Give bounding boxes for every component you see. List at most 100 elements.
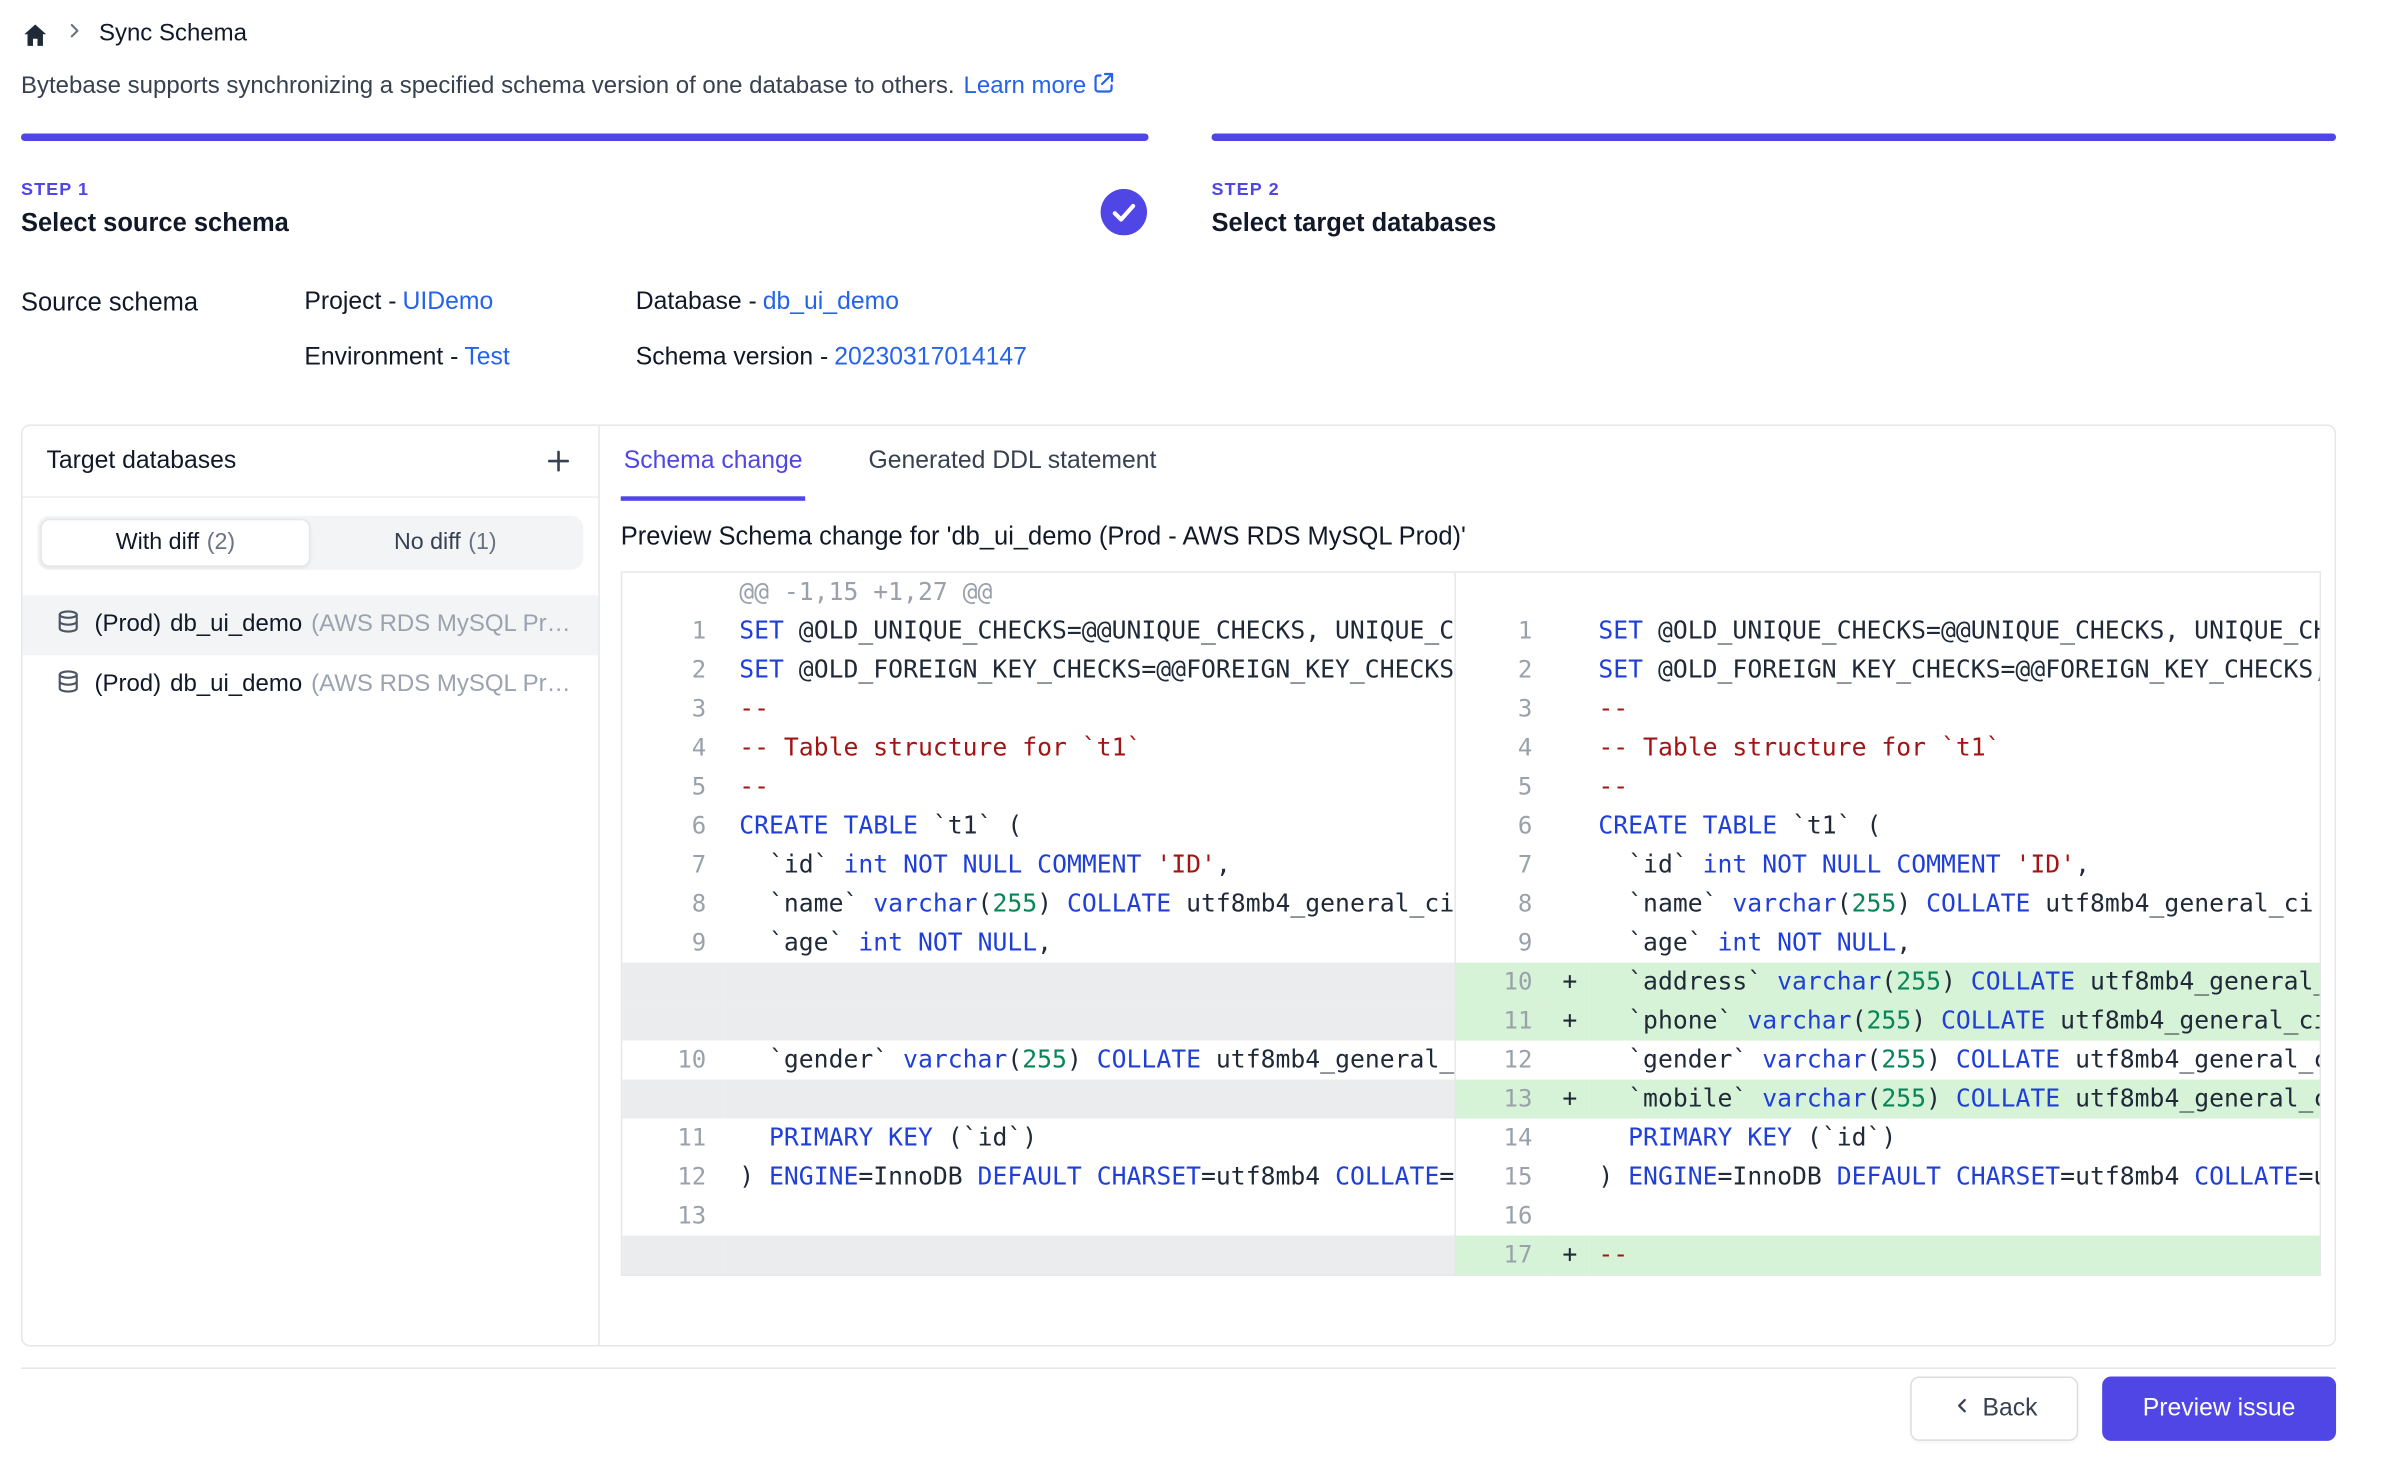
database-icon: [55, 609, 80, 642]
new-line-code: -- Table structure for `t1`: [1589, 729, 2319, 768]
new-line-code: `name` varchar(255) COLLATE utf8mb4_gene…: [1589, 885, 2319, 924]
external-link-icon: [1092, 70, 1116, 101]
diff-hunk-header: @@ -1,15 +1,27 @@: [622, 573, 2319, 612]
old-line-number: [622, 1236, 724, 1275]
diff-add-sign: [1550, 924, 1589, 963]
sync-schema-page: Sync Schema Bytebase supports synchroniz…: [0, 0, 2396, 1480]
new-line-number: 13: [1454, 1080, 1550, 1119]
chevron-left-icon: [1951, 1394, 1973, 1424]
old-line-code: [724, 1002, 1454, 1041]
new-line-number: [1454, 573, 1550, 612]
new-line-code: SET @OLD_FOREIGN_KEY_CHECKS=@@FOREIGN_KE…: [1589, 651, 2319, 690]
diff-add-sign: [1550, 885, 1589, 924]
target-database-item[interactable]: (Prod) db_ui_demo (AWS RDS MySQL Prod): [22, 595, 598, 655]
preview-title: Preview Schema change for 'db_ui_demo (P…: [621, 522, 2335, 552]
sync-panel: Target databases With diff (2) No diff (…: [21, 424, 2336, 1346]
preview-tabs: Schema change Generated DDL statement: [621, 426, 2335, 501]
step2-title: Select target databases: [1212, 208, 2337, 238]
old-line-number: 10: [622, 1041, 724, 1080]
old-line-code: -- Table structure for `t1`: [724, 729, 1454, 768]
old-line-code: PRIMARY KEY (`id`): [724, 1119, 1454, 1158]
back-button[interactable]: Back: [1910, 1376, 2078, 1440]
diff-add-sign: [1550, 690, 1589, 729]
new-line-number: 6: [1454, 807, 1550, 846]
diff-row: 11 + `phone` varchar(255) COLLATE utf8mb…: [622, 1002, 2319, 1041]
new-line-code: [1589, 1197, 2319, 1236]
old-line-number: 13: [622, 1197, 724, 1236]
target-database-list: (Prod) db_ui_demo (AWS RDS MySQL Prod) (…: [22, 595, 598, 715]
diff-row: 3 -- 3 --: [622, 690, 2319, 729]
new-line-code: --: [1589, 690, 2319, 729]
new-line-number: 8: [1454, 885, 1550, 924]
diff-add-sign: [1550, 1158, 1589, 1197]
old-line-code: [724, 1080, 1454, 1119]
old-line-number: 7: [622, 846, 724, 885]
target-database-name: db_ui_demo: [170, 672, 302, 699]
preview-tab[interactable]: Schema change: [621, 426, 806, 501]
diff-row: 12 ) ENGINE=InnoDB DEFAULT CHARSET=utf8m…: [622, 1158, 2319, 1197]
old-line-number: 6: [622, 807, 724, 846]
old-line-number: 4: [622, 729, 724, 768]
breadcrumb: Sync Schema: [21, 15, 247, 54]
schema-version-link[interactable]: 20230317014147: [834, 343, 1027, 370]
new-line-number: 17: [1454, 1236, 1550, 1275]
new-line-number: 3: [1454, 690, 1550, 729]
diff-row: 13 16: [622, 1197, 2319, 1236]
old-line-code: --: [724, 690, 1454, 729]
diff-row: 1 SET @OLD_UNIQUE_CHECKS=@@UNIQUE_CHECKS…: [622, 612, 2319, 651]
new-line-number: 16: [1454, 1197, 1550, 1236]
diff-filter-tab[interactable]: No diff (1): [310, 519, 580, 567]
target-databases-title: Target databases: [46, 447, 236, 475]
diff-filter-tab[interactable]: With diff (2): [40, 519, 310, 567]
diff-row: 8 `name` varchar(255) COLLATE utf8mb4_ge…: [622, 885, 2319, 924]
preview-issue-button[interactable]: Preview issue: [2102, 1376, 2336, 1440]
filter-tab-label: No diff: [394, 529, 461, 556]
project-link[interactable]: UIDemo: [402, 288, 493, 315]
old-line-code: @@ -1,15 +1,27 @@: [724, 573, 1454, 612]
diff-viewer[interactable]: @@ -1,15 +1,27 @@ 1 SET @OLD_UNIQUE_CHEC…: [621, 571, 2321, 1276]
new-line-number: 15: [1454, 1158, 1550, 1197]
target-database-name: db_ui_demo: [170, 612, 302, 639]
add-target-database-button[interactable]: [535, 439, 580, 484]
new-line-number: 2: [1454, 651, 1550, 690]
learn-more-link[interactable]: Learn more: [964, 70, 1117, 101]
target-database-item[interactable]: (Prod) db_ui_demo (AWS RDS MySQL Prod): [22, 655, 598, 715]
old-line-code: SET @OLD_FOREIGN_KEY_CHECKS=@@FOREIGN_KE…: [724, 651, 1454, 690]
old-line-number: 2: [622, 651, 724, 690]
database-link[interactable]: db_ui_demo: [763, 288, 899, 315]
source-project: Project -UIDemo: [304, 288, 635, 316]
old-line-code: SET @OLD_UNIQUE_CHECKS=@@UNIQUE_CHECKS, …: [724, 612, 1454, 651]
source-environment: Environment -Test: [304, 343, 635, 371]
old-line-number: 8: [622, 885, 724, 924]
database-icon: [55, 669, 80, 702]
home-icon[interactable]: [21, 20, 49, 48]
old-line-number: 5: [622, 768, 724, 807]
diff-add-sign: +: [1550, 1236, 1589, 1275]
old-line-code: `id` int NOT NULL COMMENT 'ID',: [724, 846, 1454, 885]
target-environment: (Prod): [94, 612, 161, 639]
new-line-number: 4: [1454, 729, 1550, 768]
diff-add-sign: [1550, 846, 1589, 885]
environment-label: Environment -: [304, 343, 458, 370]
preview-tab[interactable]: Generated DDL statement: [866, 426, 1160, 501]
diff-row: 13 + `mobile` varchar(255) COLLATE utf8m…: [622, 1080, 2319, 1119]
diff-row: 4 -- Table structure for `t1` 4 -- Table…: [622, 729, 2319, 768]
old-line-number: [622, 963, 724, 1002]
new-line-code: ) ENGINE=InnoDB DEFAULT CHARSET=utf8mb4 …: [1589, 1158, 2319, 1197]
old-line-number: [622, 1002, 724, 1041]
filter-tab-count: (1): [468, 529, 496, 556]
old-line-number: 11: [622, 1119, 724, 1158]
environment-link[interactable]: Test: [464, 343, 509, 370]
new-line-number: 5: [1454, 768, 1550, 807]
target-instance-detail: (AWS RDS MySQL Prod): [311, 612, 577, 639]
step2-label: STEP 2: [1212, 178, 2337, 199]
source-version: Schema version -20230317014147: [636, 343, 1027, 371]
diff-add-sign: [1550, 1197, 1589, 1236]
new-line-code: SET @OLD_UNIQUE_CHECKS=@@UNIQUE_CHECKS, …: [1589, 612, 2319, 651]
diff-add-sign: [1550, 612, 1589, 651]
target-databases-header: Target databases: [22, 426, 598, 498]
diff-row: 11 PRIMARY KEY (`id`) 14 PRIMARY KEY (`i…: [622, 1119, 2319, 1158]
diff-row: 10 `gender` varchar(255) COLLATE utf8mb4…: [622, 1041, 2319, 1080]
step1-label: STEP 1: [21, 178, 1149, 199]
page-title: Sync Schema: [99, 21, 247, 48]
